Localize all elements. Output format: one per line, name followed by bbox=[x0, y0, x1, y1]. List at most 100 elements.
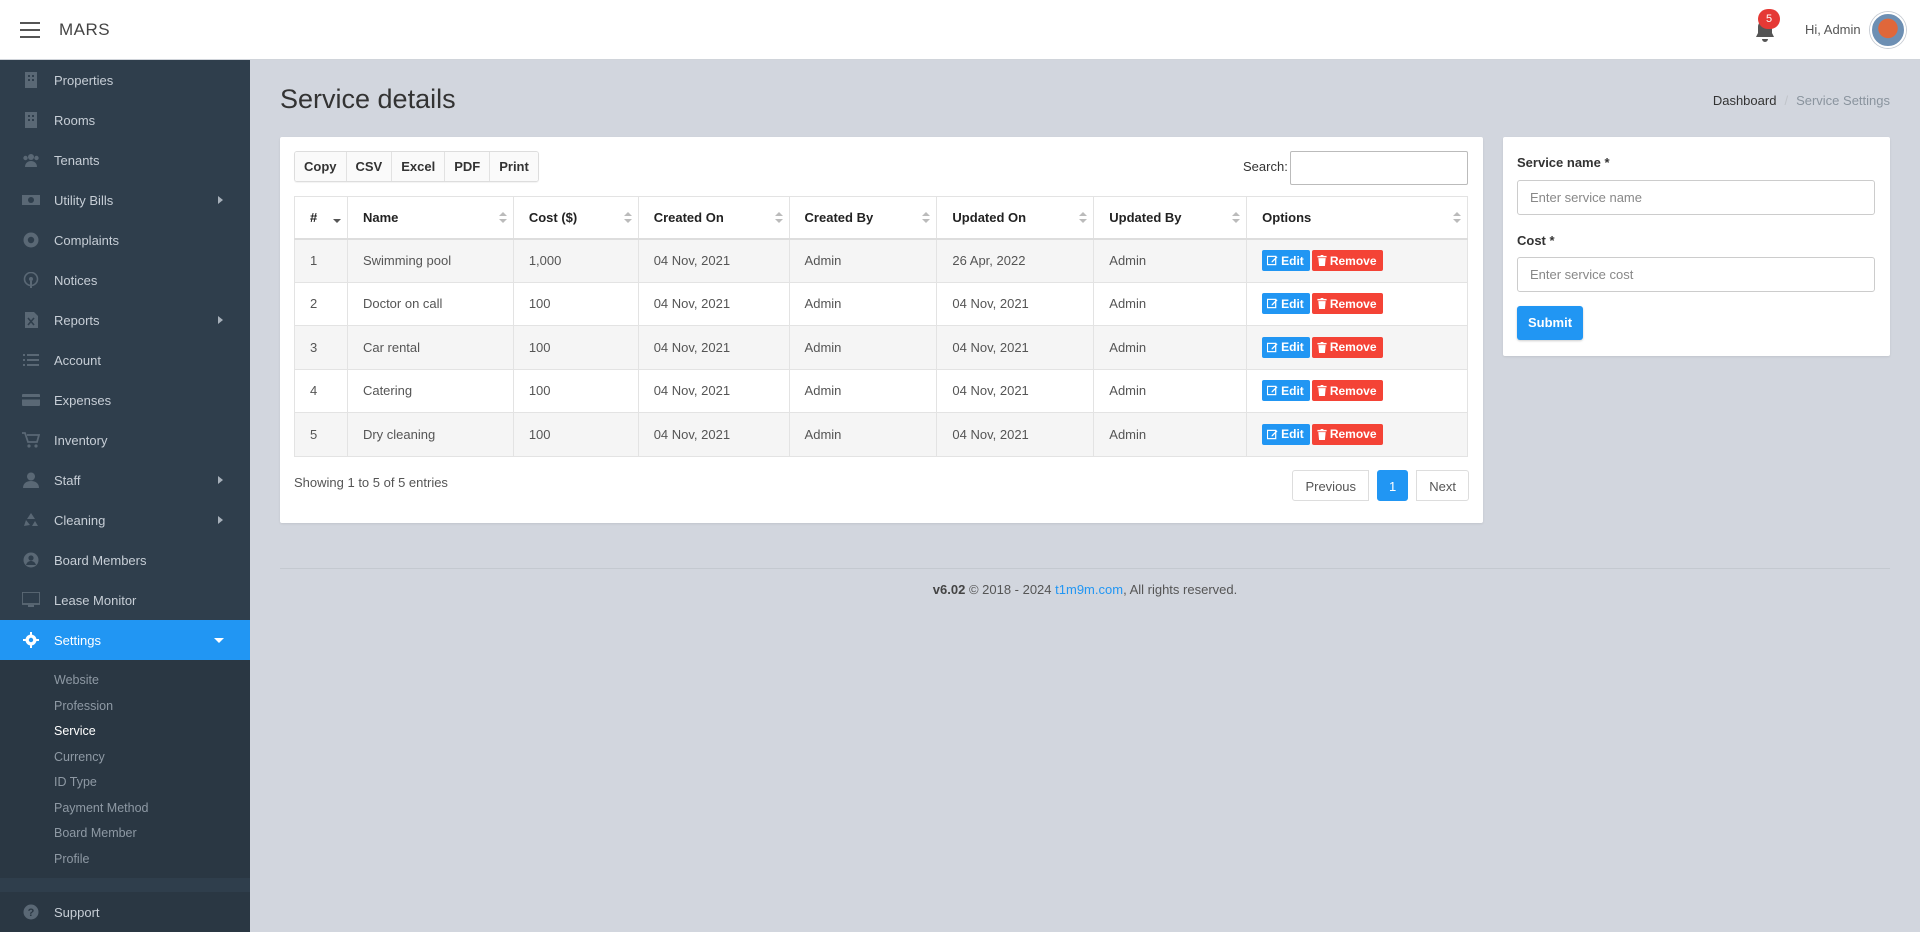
sidebar-item-lease-monitor[interactable]: Lease Monitor bbox=[0, 580, 250, 620]
column-header-created-on[interactable]: Created On bbox=[637, 196, 790, 240]
search-input[interactable] bbox=[1290, 151, 1468, 185]
sort-icon bbox=[332, 212, 341, 224]
cell-index: 5 bbox=[294, 412, 348, 457]
column-header-updated-on[interactable]: Updated On bbox=[936, 196, 1095, 240]
edit-button[interactable]: Edit bbox=[1262, 336, 1310, 358]
add-service-form: Service name * Cost * Submit bbox=[1503, 137, 1890, 356]
cell-updated-on: 04 Nov, 2021 bbox=[936, 281, 1095, 326]
building-icon bbox=[25, 72, 37, 88]
cell-index: 2 bbox=[294, 281, 348, 326]
submit-button[interactable]: Submit bbox=[1517, 306, 1583, 340]
sidebar-item-support[interactable]: ? Support bbox=[0, 892, 250, 932]
sidebar-item-inventory[interactable]: Inventory bbox=[0, 420, 250, 460]
cell-options: Edit Remove bbox=[1246, 325, 1468, 370]
excel-file-icon bbox=[25, 312, 38, 328]
submenu-item-profession[interactable]: Profession bbox=[0, 694, 250, 720]
sidebar-item-label: Expenses bbox=[54, 392, 112, 408]
remove-button[interactable]: Remove bbox=[1311, 293, 1383, 315]
trash-icon bbox=[1317, 428, 1330, 440]
settings-submenu: Website Profession Service Currency ID T… bbox=[0, 660, 250, 878]
submenu-item-payment-method[interactable]: Payment Method bbox=[0, 796, 250, 822]
sidebar-item-settings[interactable]: Settings bbox=[0, 620, 250, 660]
submenu-item-board-member[interactable]: Board Member bbox=[0, 821, 250, 847]
footer-version: v6.02 bbox=[932, 582, 966, 597]
sidebar: Properties Rooms Tenants Utility Bills C… bbox=[0, 60, 250, 932]
notification-badge: 5 bbox=[1758, 9, 1780, 29]
previous-page-button[interactable]: Previous bbox=[1292, 470, 1370, 501]
submenu-item-currency[interactable]: Currency bbox=[0, 745, 250, 771]
excel-button[interactable]: Excel bbox=[392, 152, 446, 181]
remove-button[interactable]: Remove bbox=[1311, 423, 1383, 445]
avatar[interactable] bbox=[1870, 12, 1906, 48]
sidebar-item-board-members[interactable]: Board Members bbox=[0, 540, 250, 580]
submenu-item-id-type[interactable]: ID Type bbox=[0, 770, 250, 796]
cell-created-on: 04 Nov, 2021 bbox=[637, 281, 790, 326]
service-cost-input[interactable] bbox=[1517, 257, 1875, 292]
table-row: 4 Catering 100 04 Nov, 2021 Admin 04 Nov, 202… bbox=[294, 368, 1468, 413]
copy-button[interactable]: Copy bbox=[295, 152, 347, 181]
sidebar-item-complaints[interactable]: Complaints bbox=[0, 220, 250, 260]
column-header-updated-by[interactable]: Updated By bbox=[1093, 196, 1248, 240]
print-button[interactable]: Print bbox=[490, 152, 538, 181]
sidebar-item-rooms[interactable]: Rooms bbox=[0, 100, 250, 140]
footer: v6.02 © 2018 - 2024 t1m9m.com, All right… bbox=[280, 582, 1890, 597]
credit-card-icon bbox=[22, 394, 40, 406]
gear-icon bbox=[23, 632, 39, 648]
column-header-index[interactable]: # bbox=[294, 196, 348, 240]
submenu-item-service[interactable]: Service bbox=[0, 719, 250, 745]
service-name-input[interactable] bbox=[1517, 180, 1875, 215]
remove-button[interactable]: Remove bbox=[1311, 336, 1383, 358]
table-header-row: # Name Cost ($) Created On Created By Up… bbox=[294, 196, 1468, 240]
edit-button[interactable]: Edit bbox=[1262, 380, 1310, 402]
cell-updated-on: 04 Nov, 2021 bbox=[936, 368, 1095, 413]
edit-icon bbox=[1267, 385, 1281, 396]
breadcrumb-dashboard[interactable]: Dashboard bbox=[1713, 93, 1777, 108]
column-header-created-by[interactable]: Created By bbox=[788, 196, 938, 240]
hamburger-menu-icon[interactable] bbox=[20, 22, 40, 38]
edit-button[interactable]: Edit bbox=[1262, 423, 1310, 445]
cell-cost: 100 bbox=[512, 281, 639, 326]
column-header-cost[interactable]: Cost ($) bbox=[512, 196, 639, 240]
sidebar-item-utility-bills[interactable]: Utility Bills bbox=[0, 180, 250, 220]
pagination: Previous 1 Next bbox=[1292, 470, 1469, 501]
breadcrumb: Dashboard / Service Settings bbox=[1713, 93, 1890, 108]
submenu-item-profile[interactable]: Profile bbox=[0, 847, 250, 873]
csv-button[interactable]: CSV bbox=[346, 152, 393, 181]
money-icon bbox=[22, 195, 40, 205]
cell-name: Doctor on call bbox=[346, 281, 514, 326]
remove-button[interactable]: Remove bbox=[1311, 250, 1383, 271]
cost-label: Cost * bbox=[1517, 233, 1555, 248]
pdf-button[interactable]: PDF bbox=[445, 152, 491, 181]
sidebar-item-notices[interactable]: Notices bbox=[0, 260, 250, 300]
user-icon bbox=[23, 472, 39, 488]
user-greeting[interactable]: Hi, Admin bbox=[1805, 22, 1861, 37]
cell-created-by: Admin bbox=[788, 238, 938, 283]
edit-button[interactable]: Edit bbox=[1262, 250, 1310, 271]
cell-created-by: Admin bbox=[788, 412, 938, 457]
sidebar-item-label: Settings bbox=[54, 632, 101, 648]
sidebar-item-reports[interactable]: Reports bbox=[0, 300, 250, 340]
trash-icon bbox=[1317, 385, 1330, 397]
cell-updated-by: Admin bbox=[1093, 412, 1248, 457]
column-header-options[interactable]: Options bbox=[1246, 196, 1468, 240]
edit-icon bbox=[1267, 342, 1281, 353]
cell-updated-on: 26 Apr, 2022 bbox=[936, 238, 1095, 283]
sidebar-item-label: Notices bbox=[54, 272, 98, 288]
remove-button[interactable]: Remove bbox=[1311, 380, 1383, 402]
sidebar-item-account[interactable]: Account bbox=[0, 340, 250, 380]
next-page-button[interactable]: Next bbox=[1416, 470, 1469, 501]
sidebar-item-staff[interactable]: Staff bbox=[0, 460, 250, 500]
sidebar-item-label: Account bbox=[54, 352, 101, 368]
edit-button[interactable]: Edit bbox=[1262, 293, 1310, 315]
app-brand[interactable]: MARS bbox=[59, 20, 110, 40]
sidebar-item-label: Inventory bbox=[54, 432, 108, 448]
column-header-name[interactable]: Name bbox=[346, 196, 514, 240]
sidebar-item-cleaning[interactable]: Cleaning bbox=[0, 500, 250, 540]
chevron-right-icon bbox=[218, 476, 223, 484]
sidebar-item-expenses[interactable]: Expenses bbox=[0, 380, 250, 420]
sidebar-item-properties[interactable]: Properties bbox=[0, 60, 250, 100]
page-1-button[interactable]: 1 bbox=[1377, 470, 1409, 501]
sidebar-item-tenants[interactable]: Tenants bbox=[0, 140, 250, 180]
submenu-item-website[interactable]: Website bbox=[0, 668, 250, 694]
footer-link[interactable]: t1m9m.com bbox=[1055, 582, 1123, 597]
